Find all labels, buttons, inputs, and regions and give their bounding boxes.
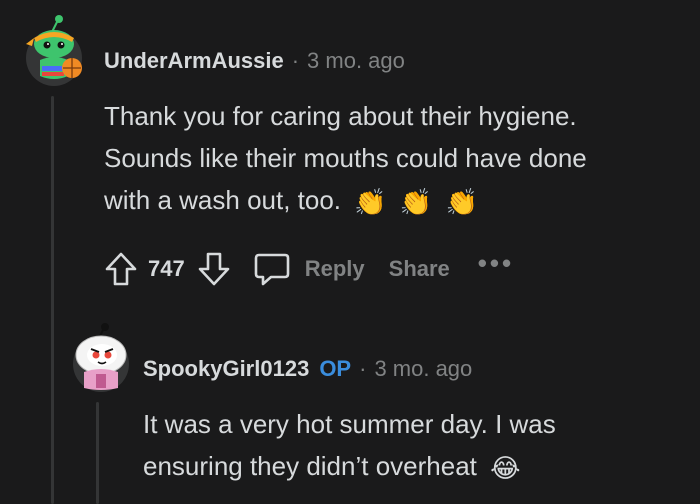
comment-line: Thank you for caring about their hygiene… xyxy=(104,101,577,131)
comment-line: It was a very hot summer day. I was xyxy=(143,409,556,439)
comment-line: Sounds like their mouths could have done xyxy=(104,143,587,173)
comment-body: Thank you for caring about their hygiene… xyxy=(104,95,587,223)
comment-meta: SpookyGirl0123 OP · 3 mo. ago xyxy=(143,356,472,382)
comment-line: with a wash out, too. xyxy=(104,185,342,215)
share-label: Share xyxy=(388,256,450,281)
meta-separator: · xyxy=(359,356,367,381)
clapping-hands-icon: 👏 xyxy=(445,187,478,218)
vote-score: 747 xyxy=(148,256,185,281)
avatar-snoo-icon xyxy=(73,323,129,392)
downvote-arrow-icon xyxy=(198,252,230,286)
username[interactable]: SpookyGirl0123 xyxy=(143,356,309,382)
comment-line: ensuring they didn’t overheat xyxy=(143,451,477,481)
comment-bubble-icon xyxy=(254,253,290,286)
downvote-button[interactable] xyxy=(197,251,231,287)
share-button[interactable]: Share xyxy=(389,256,450,282)
avatar[interactable] xyxy=(22,14,86,88)
thread-line-2[interactable] xyxy=(96,402,99,504)
upvote-arrow-icon xyxy=(105,252,137,286)
upvote-button[interactable] xyxy=(104,251,138,287)
avatar[interactable] xyxy=(68,322,134,392)
more-options-icon[interactable]: ••• xyxy=(478,248,514,279)
comment-body: It was a very hot summer day. I was ensu… xyxy=(143,403,556,489)
thread-line-1[interactable] xyxy=(51,96,54,504)
reply-button[interactable]: Reply xyxy=(253,250,365,288)
meta-separator: · xyxy=(291,48,300,73)
comment-meta: UnderArmAussie · 3 mo. ago xyxy=(104,48,405,74)
reply-label: Reply xyxy=(304,256,365,281)
op-badge: OP xyxy=(319,356,352,381)
clapping-hands-icon: 👏 xyxy=(354,187,387,218)
comment-actions: 747 Reply Share ••• xyxy=(104,248,514,288)
laughing-tears-icon: 😂 xyxy=(490,453,521,484)
avatar-snoo-icon xyxy=(26,15,82,86)
timestamp[interactable]: 3 mo. ago xyxy=(374,356,472,382)
timestamp[interactable]: 3 mo. ago xyxy=(307,48,405,74)
clapping-hands-icon: 👏 xyxy=(399,187,433,218)
username[interactable]: UnderArmAussie xyxy=(104,48,284,74)
